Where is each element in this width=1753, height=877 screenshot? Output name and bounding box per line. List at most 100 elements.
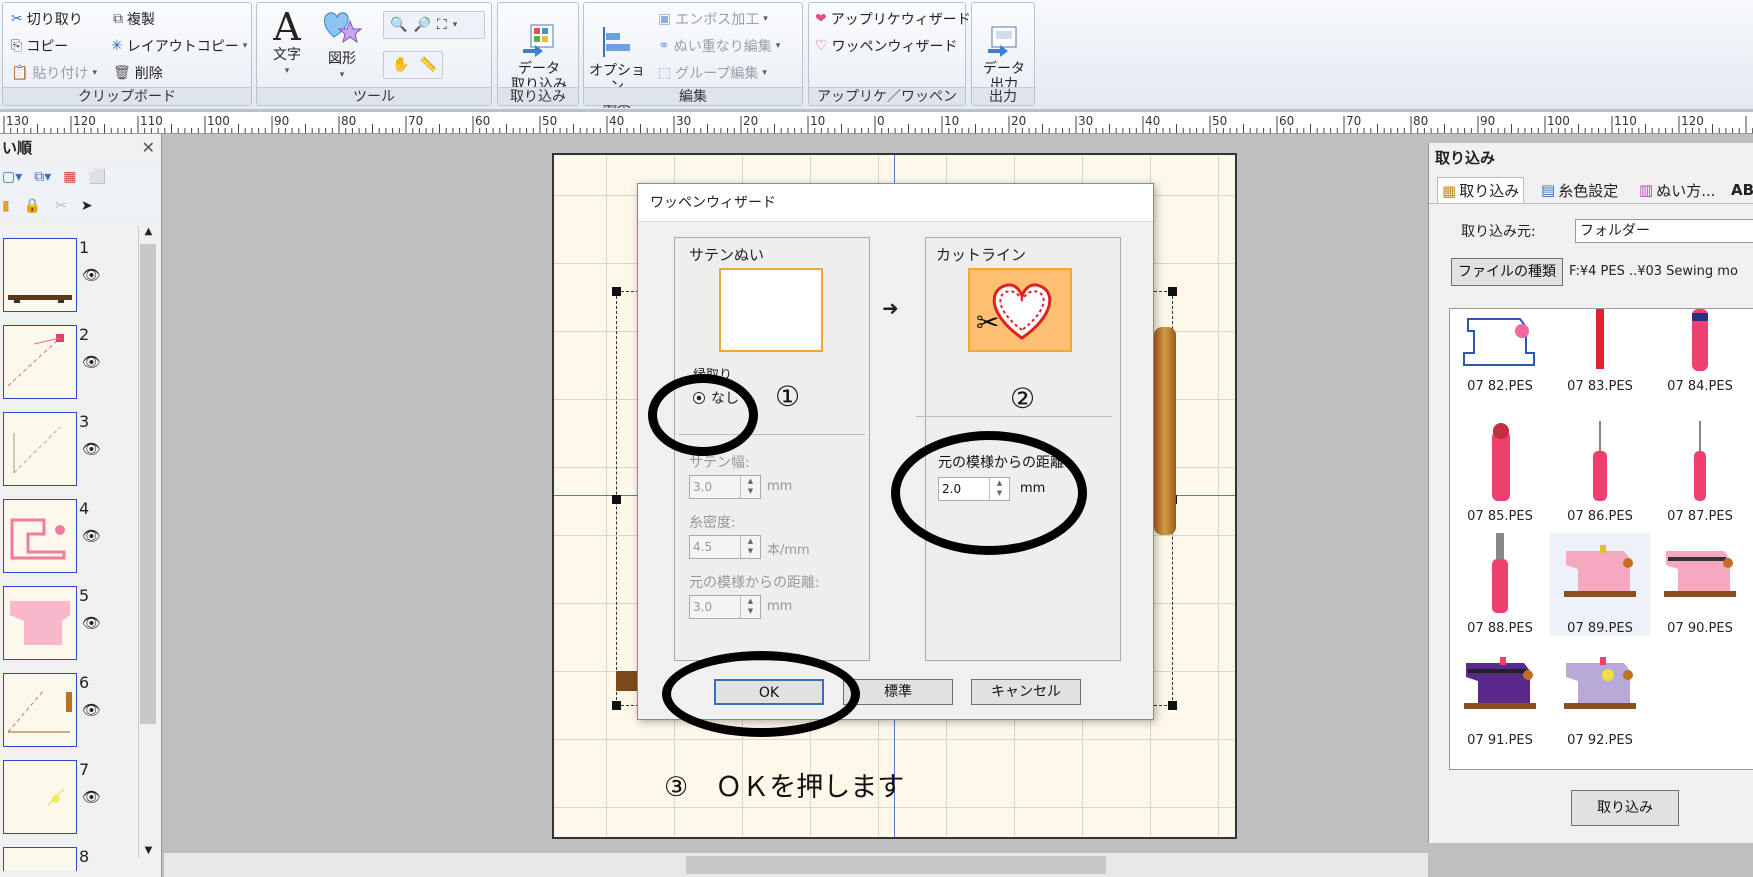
resize-handle[interactable] [1168, 287, 1177, 296]
ruler-label: 80 [1413, 114, 1429, 128]
ruler-label: 40 [1145, 114, 1161, 128]
lock-icon[interactable]: 🔒 [24, 198, 41, 214]
group-label-applique: アップリケ／ワッペン [809, 87, 965, 105]
options-edit-button[interactable]: オプション 編集 [586, 9, 648, 127]
import-button[interactable]: 取り込み [1571, 790, 1679, 826]
file-item[interactable]: 07 87.PES [1650, 421, 1750, 524]
eye-icon[interactable]: 👁 [82, 701, 101, 719]
color-sort-icon[interactable]: ▦ [63, 169, 76, 185]
cut-button[interactable]: ✂ 切り取り [11, 9, 83, 29]
source-select[interactable]: フォルダー [1575, 219, 1753, 243]
file-item[interactable]: 07 90.PES [1650, 533, 1750, 636]
spin-arrows-icon[interactable]: ▲ ▼ [740, 596, 760, 618]
file-item[interactable]: 07 92.PES [1550, 645, 1650, 748]
tab-sewing-type[interactable]: ▥ ぬい方... [1635, 177, 1720, 203]
item-number: 8 [79, 847, 90, 866]
resize-handle[interactable] [612, 287, 621, 296]
tab-thread-color[interactable]: ▤ 糸色設定 [1537, 177, 1622, 203]
spin-arrows-icon[interactable]: ▲ ▼ [740, 536, 760, 558]
file-type-button[interactable]: ファイルの種類 [1451, 258, 1563, 286]
file-item[interactable]: 07 88.PES [1450, 533, 1550, 636]
fit-zoom-icon[interactable]: ⛶ [437, 17, 447, 33]
ruler-label: 130 [6, 114, 29, 128]
spin-arrows-icon[interactable]: ▲ ▼ [740, 476, 760, 498]
shape-tool-button[interactable]: 図形 ▾ [317, 7, 367, 83]
sewing-item-thumbnail[interactable] [3, 325, 77, 399]
select-icon[interactable]: ▮ [2, 198, 10, 214]
tab-ab[interactable]: AB [1727, 177, 1753, 203]
scroll-down-icon[interactable]: ▼ [139, 845, 158, 856]
text-tool-button[interactable]: A 文字 ▾ [265, 7, 309, 79]
delete-button[interactable]: 🗑 削除 [113, 63, 163, 83]
ruler-label: 90 [274, 114, 290, 128]
layout-copy-button[interactable]: ✳ レイアウトコピー ▾ [111, 36, 247, 56]
applique-wizard-button[interactable]: ❤ アップリケウィザード [815, 9, 971, 29]
patch-wizard-button[interactable]: ♡ ワッペンウィザード [815, 36, 958, 56]
file-item[interactable]: 07 91.PES [1450, 645, 1550, 748]
chevron-down-icon: ▾ [284, 66, 290, 76]
copy-icon: ⎘ [11, 38, 23, 54]
file-item[interactable]: 07 83.PES [1550, 309, 1650, 394]
item-number: 2 [79, 325, 90, 344]
resize-handle[interactable] [612, 701, 621, 710]
sewing-machine-line-icon [1463, 318, 1535, 366]
ruler-label: 60 [1279, 114, 1295, 128]
source-label: 取り込み元: [1461, 224, 1536, 240]
satin-width-field[interactable]: 3.0 ▲ ▼ [689, 475, 761, 499]
eye-icon[interactable]: 👁 [82, 788, 101, 806]
chevron-down-icon[interactable]: ▾ [453, 20, 458, 30]
density-field[interactable]: 4.5 ▲ ▼ [689, 535, 761, 559]
satin-distance-field[interactable]: 3.0 ▲ ▼ [689, 595, 761, 619]
paste-button[interactable]: 📋 貼り付け ▾ [11, 63, 97, 83]
sewing-item-thumbnail[interactable] [3, 586, 77, 660]
file-item[interactable]: 07 86.PES [1550, 421, 1650, 524]
zoom-out-icon[interactable]: 🔎 [413, 17, 430, 33]
sewing-item-thumbnail[interactable] [3, 760, 77, 834]
hand-pan-icon[interactable]: ✋ [392, 57, 409, 73]
zoom-in-icon[interactable]: 🔍 [390, 17, 407, 33]
copy-button[interactable]: ⎘ コピー [11, 36, 68, 56]
file-item[interactable]: 07 84.PES [1650, 309, 1750, 394]
scroll-up-icon[interactable]: ▲ [139, 226, 158, 237]
scissors-icon: ✂ [11, 11, 23, 27]
eye-icon[interactable]: 👁 [82, 353, 101, 371]
eye-icon[interactable]: 👁 [82, 440, 101, 458]
stitch-icon: ▥ [1639, 181, 1654, 199]
group-edit-button[interactable]: ⬚ グループ編集 ▾ [658, 63, 767, 83]
frame-icon[interactable]: ⬜ [89, 169, 106, 185]
horizontal-scrollbar[interactable] [164, 853, 1428, 877]
eye-icon[interactable]: 👁 [82, 614, 101, 632]
zoom-toolbar: 🔍 🔎 ⛶ ▾ [383, 11, 485, 39]
sewing-item-thumbnail[interactable] [3, 238, 77, 312]
emboss-button[interactable]: ▣ エンボス加工 ▾ [658, 9, 768, 29]
sewing-item-thumbnail[interactable] [3, 412, 77, 486]
scissors-icon[interactable]: ✂ [55, 198, 67, 214]
arrange-icon[interactable]: ⧉▾ [34, 169, 51, 185]
sewing-item-thumbnail[interactable] [3, 673, 77, 747]
resize-handle[interactable] [1168, 701, 1177, 710]
sewing-item-thumbnail[interactable] [3, 499, 77, 573]
file-item[interactable]: 07 85.PES [1450, 421, 1550, 524]
scrollbar-thumb[interactable] [140, 244, 156, 724]
eye-icon[interactable]: 👁 [82, 527, 101, 545]
file-item[interactable]: 07 82.PES [1450, 309, 1550, 394]
pointer-icon[interactable]: ➤ [81, 198, 93, 214]
chalk-icon [1492, 533, 1508, 613]
close-icon[interactable]: ✕ [142, 138, 155, 157]
overlap-edit-button[interactable]: ⚭ ぬい重なり編集 ▾ [658, 36, 780, 56]
resize-handle[interactable] [612, 495, 621, 504]
unit-label: mm [767, 599, 793, 614]
cutline-preview: ✂ [968, 268, 1072, 352]
cancel-button[interactable]: キャンセル [971, 679, 1081, 705]
arrow-right-icon: ➜ [882, 296, 899, 320]
ruler-label: 80 [341, 114, 357, 128]
sewing-item-thumbnail[interactable] [3, 847, 77, 871]
tab-import[interactable]: ▦ 取り込み [1437, 177, 1525, 203]
file-item[interactable]: 07 89.PES [1550, 533, 1650, 636]
ruler-icon[interactable]: 📏 [419, 57, 436, 73]
thread-spool-icon [1492, 423, 1510, 501]
scrollbar-thumb[interactable] [686, 856, 1106, 874]
duplicate-button[interactable]: ⧉ 複製 [113, 9, 155, 29]
order-icon[interactable]: ▢▾ [2, 169, 22, 185]
eye-icon[interactable]: 👁 [82, 266, 101, 284]
